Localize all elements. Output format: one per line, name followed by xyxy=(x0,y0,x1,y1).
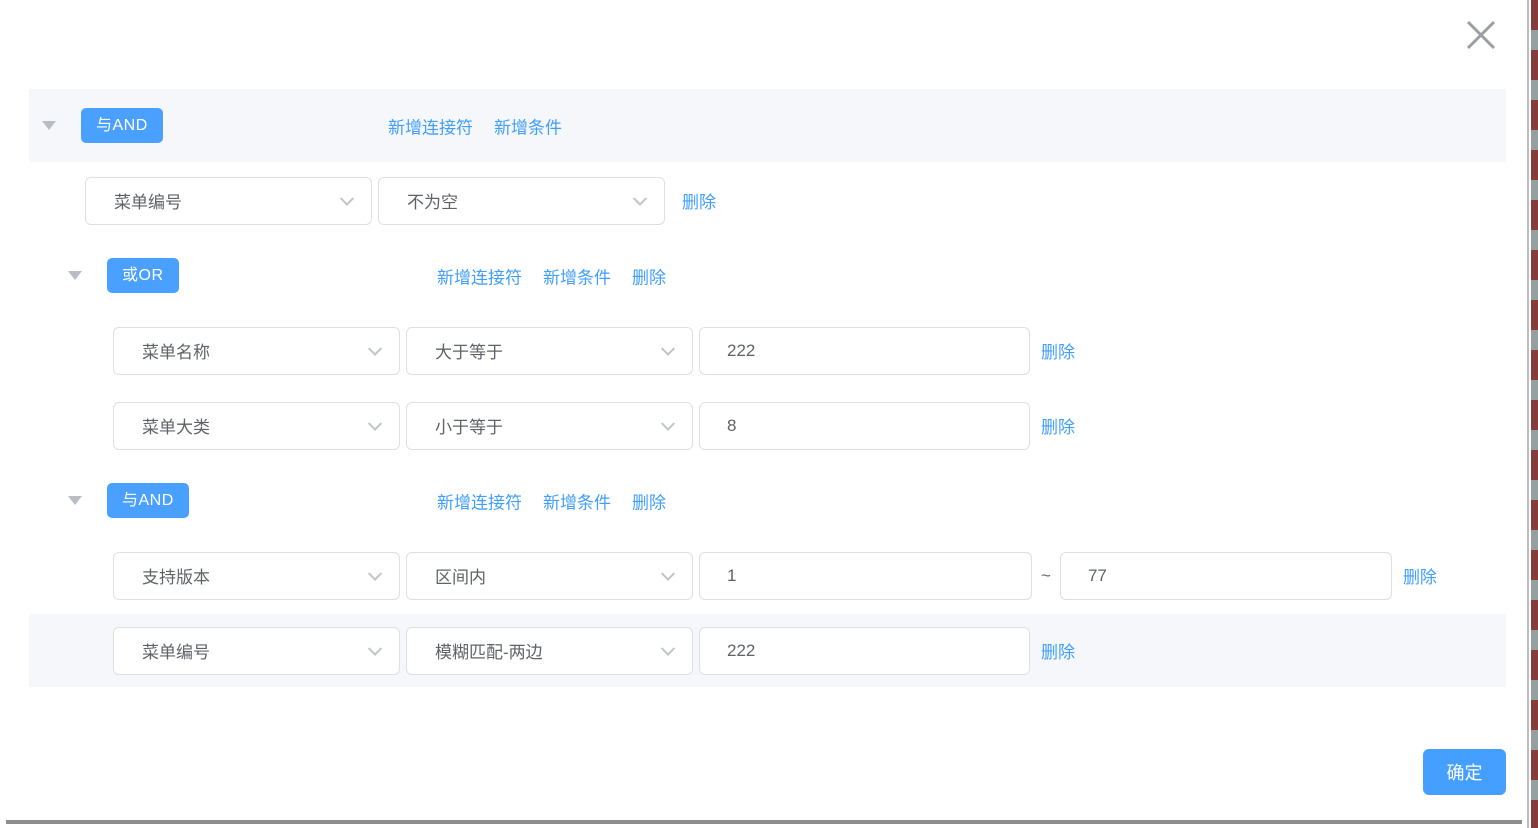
chevron-down-icon xyxy=(368,566,382,580)
field-select[interactable]: 菜单编号 xyxy=(113,627,400,675)
range-separator: ~ xyxy=(1041,566,1051,586)
add-condition-link[interactable]: 新增条件 xyxy=(543,488,611,513)
condition-tree: 与AND 新增连接符 新增条件 菜单编号 不为空 删除 或OR 新增连接符 xyxy=(29,89,1506,689)
chevron-down-icon xyxy=(633,191,647,205)
group-header-or: 或OR 新增连接符 新增条件 删除 xyxy=(29,239,1506,312)
delete-condition-link[interactable]: 删除 xyxy=(1041,338,1075,363)
connector-badge: 或OR xyxy=(107,258,179,293)
condition-row: 菜单编号 模糊匹配-两边 删除 xyxy=(29,614,1506,687)
dialog-bottom-shadow xyxy=(6,820,1522,824)
connector-badge: 与AND xyxy=(81,108,163,143)
field-select-value: 菜单名称 xyxy=(142,338,210,363)
value-input[interactable] xyxy=(699,402,1030,450)
caret-down-icon[interactable] xyxy=(68,496,82,505)
chevron-down-icon xyxy=(661,416,675,430)
chevron-down-icon xyxy=(368,641,382,655)
field-select[interactable]: 菜单名称 xyxy=(113,327,400,375)
close-icon xyxy=(1464,18,1498,55)
chevron-down-icon xyxy=(661,641,675,655)
delete-condition-link[interactable]: 删除 xyxy=(682,188,716,213)
operator-select[interactable]: 大于等于 xyxy=(406,327,693,375)
page-behind-modal-strip xyxy=(1531,0,1538,828)
chevron-down-icon xyxy=(661,566,675,580)
delete-condition-link[interactable]: 删除 xyxy=(1041,638,1075,663)
field-select-value: 菜单编号 xyxy=(142,638,210,663)
operator-select[interactable]: 小于等于 xyxy=(406,402,693,450)
delete-condition-link[interactable]: 删除 xyxy=(1041,413,1075,438)
range-start-input[interactable] xyxy=(699,552,1032,600)
confirm-button[interactable]: 确定 xyxy=(1423,749,1506,795)
condition-builder-dialog: 与AND 新增连接符 新增条件 菜单编号 不为空 删除 或OR 新增连接符 xyxy=(0,0,1529,828)
value-input[interactable] xyxy=(699,327,1030,375)
chevron-down-icon xyxy=(368,416,382,430)
condition-row: 菜单编号 不为空 删除 xyxy=(29,164,1506,237)
add-connector-link[interactable]: 新增连接符 xyxy=(388,113,473,138)
field-select[interactable]: 支持版本 xyxy=(113,552,400,600)
condition-row: 菜单大类 小于等于 删除 xyxy=(29,389,1506,462)
delete-group-link[interactable]: 删除 xyxy=(632,263,666,288)
operator-select[interactable]: 区间内 xyxy=(406,552,693,600)
operator-select-value: 模糊匹配-两边 xyxy=(435,638,543,663)
add-connector-link[interactable]: 新增连接符 xyxy=(437,263,522,288)
add-condition-link[interactable]: 新增条件 xyxy=(494,113,562,138)
operator-select-value: 小于等于 xyxy=(435,413,503,438)
connector-badge: 与AND xyxy=(107,483,189,518)
operator-select[interactable]: 模糊匹配-两边 xyxy=(406,627,693,675)
chevron-down-icon xyxy=(368,341,382,355)
caret-down-icon[interactable] xyxy=(42,121,56,130)
caret-down-icon[interactable] xyxy=(68,271,82,280)
field-select[interactable]: 菜单编号 xyxy=(85,177,372,225)
field-select[interactable]: 菜单大类 xyxy=(113,402,400,450)
operator-select-value: 大于等于 xyxy=(435,338,503,363)
operator-select-value: 不为空 xyxy=(407,188,458,213)
field-select-value: 菜单大类 xyxy=(142,413,210,438)
operator-select[interactable]: 不为空 xyxy=(378,177,665,225)
chevron-down-icon xyxy=(661,341,675,355)
operator-select-value: 区间内 xyxy=(435,563,486,588)
chevron-down-icon xyxy=(340,191,354,205)
delete-condition-link[interactable]: 删除 xyxy=(1403,563,1437,588)
add-connector-link[interactable]: 新增连接符 xyxy=(437,488,522,513)
group-header-nested-and: 与AND 新增连接符 新增条件 删除 xyxy=(29,464,1506,537)
field-select-value: 菜单编号 xyxy=(114,188,182,213)
close-button[interactable] xyxy=(1462,17,1500,55)
condition-row: 支持版本 区间内 ~ 删除 xyxy=(29,539,1506,612)
delete-group-link[interactable]: 删除 xyxy=(632,488,666,513)
value-input[interactable] xyxy=(699,627,1030,675)
add-condition-link[interactable]: 新增条件 xyxy=(543,263,611,288)
field-select-value: 支持版本 xyxy=(142,563,210,588)
group-header-root-and: 与AND 新增连接符 新增条件 xyxy=(29,89,1506,162)
condition-row: 菜单名称 大于等于 删除 xyxy=(29,314,1506,387)
range-end-input[interactable] xyxy=(1060,552,1392,600)
